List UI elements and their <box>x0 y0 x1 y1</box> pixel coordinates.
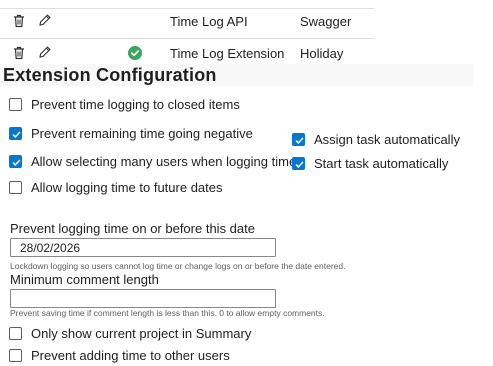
option-prevent-closed-items[interactable]: Prevent time logging to closed items <box>9 97 269 113</box>
option-label: Start task automatically <box>314 156 449 171</box>
trash-icon[interactable] <box>13 14 27 28</box>
option-label: Prevent adding time to other users <box>31 348 230 363</box>
checkbox[interactable] <box>9 181 22 194</box>
extension-name: Time Log API <box>170 14 248 29</box>
option-assign-task-automatically[interactable]: Assign task automatically <box>292 132 472 148</box>
lockdown-date-input[interactable] <box>10 238 276 257</box>
min-comment-length-label: Minimum comment length <box>10 272 159 287</box>
option-start-task-automatically[interactable]: Start task automatically <box>292 156 472 172</box>
option-label: Only show current project in Summary <box>31 326 252 341</box>
option-allow-many-users[interactable]: Allow selecting many users when logging … <box>9 154 297 170</box>
option-label: Prevent remaining time going negative <box>31 126 253 141</box>
check-circle-icon <box>128 46 142 60</box>
row-divider <box>0 8 374 9</box>
extension-name: Time Log Extension <box>170 46 285 61</box>
lockdown-date-label: Prevent logging time on or before this d… <box>10 221 255 236</box>
min-comment-length-hint: Prevent saving time if comment length is… <box>10 308 325 318</box>
option-label: Assign task automatically <box>314 132 460 147</box>
checkbox[interactable] <box>9 349 22 362</box>
option-label: Allow selecting many users when logging … <box>31 154 297 169</box>
pencil-icon[interactable] <box>38 45 52 59</box>
pencil-icon[interactable] <box>38 13 52 27</box>
checkbox[interactable] <box>292 157 305 170</box>
section-title: Extension Configuration <box>0 64 473 86</box>
checkbox[interactable] <box>9 155 22 168</box>
checkbox[interactable] <box>9 127 22 140</box>
extension-type: Swagger <box>300 14 352 29</box>
checkbox[interactable] <box>9 327 22 340</box>
option-prevent-negative-remaining[interactable]: Prevent remaining time going negative <box>9 126 269 142</box>
lockdown-date-hint: Lockdown logging so users cannot log tim… <box>10 261 346 271</box>
extension-type: Holiday <box>300 46 344 61</box>
option-label: Allow logging time to future dates <box>31 180 223 195</box>
trash-icon[interactable] <box>13 46 27 60</box>
checkbox[interactable] <box>292 133 305 146</box>
row-divider <box>0 38 374 39</box>
checkbox[interactable] <box>9 98 22 111</box>
option-prevent-adding-time-others[interactable]: Prevent adding time to other users <box>9 348 269 364</box>
option-current-project-summary[interactable]: Only show current project in Summary <box>9 326 269 342</box>
option-label: Prevent time logging to closed items <box>31 97 240 112</box>
min-comment-length-input[interactable] <box>10 289 276 308</box>
option-allow-future-dates[interactable]: Allow logging time to future dates <box>9 180 269 196</box>
